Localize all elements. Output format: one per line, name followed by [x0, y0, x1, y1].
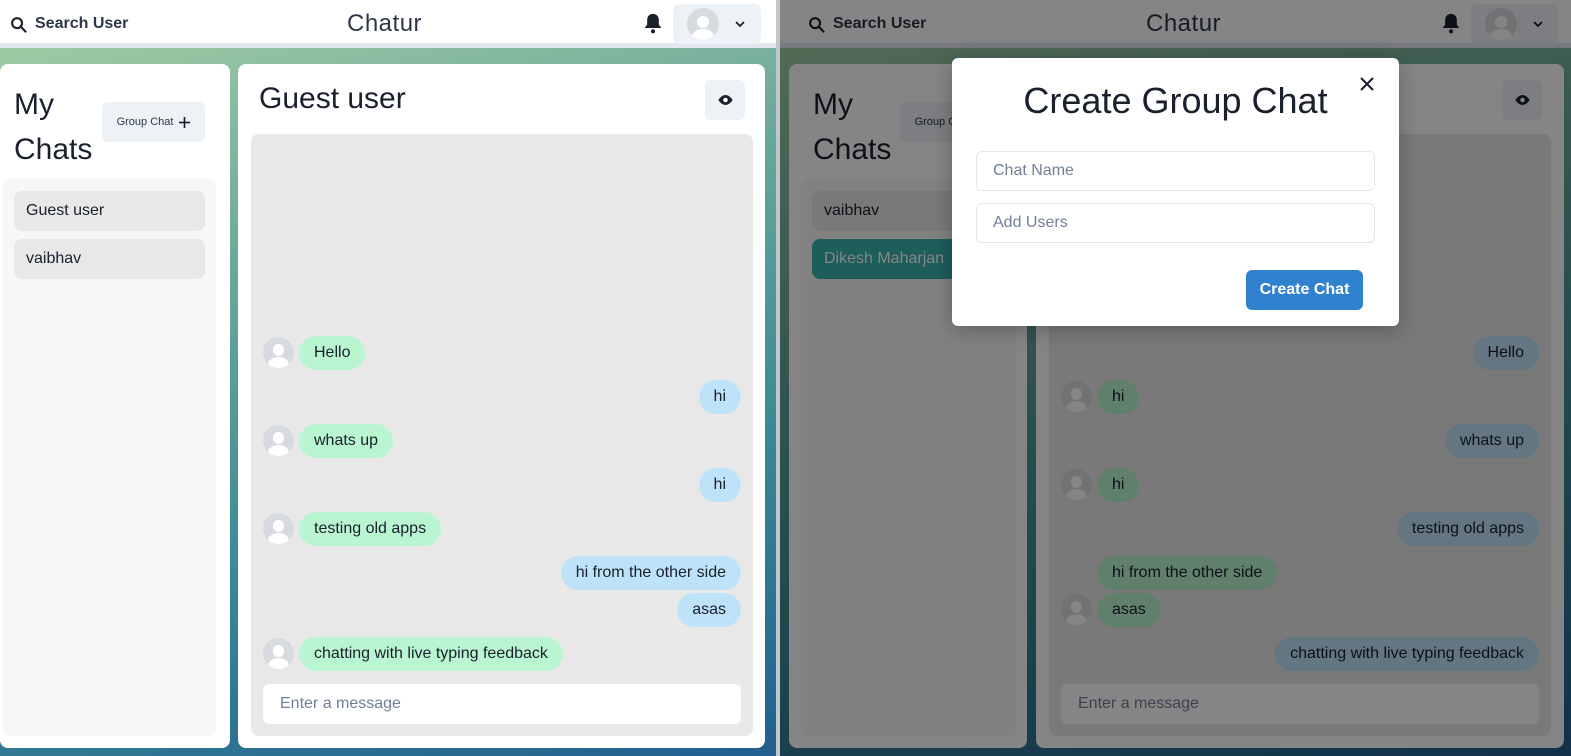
- my-chats-sidebar: My Chats Group Chat Guest user vaibhav: [0, 64, 230, 748]
- chat-list-item[interactable]: Guest user: [14, 191, 205, 231]
- message-sent: hi: [698, 468, 741, 502]
- chat-box: Guest user Hello hi whats up hi testing old …: [238, 64, 765, 748]
- view-profile-button[interactable]: [705, 80, 745, 120]
- user-avatar: [687, 8, 719, 40]
- messages-area: Hello hi whats up hi testing old apps hi from…: [251, 134, 753, 736]
- sender-avatar[interactable]: [263, 425, 294, 456]
- chat-list: Guest user vaibhav: [3, 179, 216, 736]
- search-user-label: Search User: [35, 15, 129, 32]
- sender-avatar[interactable]: [263, 337, 294, 368]
- create-group-chat-modal: Create Group Chat Create Chat: [952, 58, 1399, 326]
- chat-list-item-name: vaibhav: [26, 250, 82, 267]
- sender-avatar[interactable]: [263, 638, 294, 669]
- right-chat-window: Search User Chatur My Chats Group Chat v…: [780, 0, 1571, 756]
- chat-name-input[interactable]: [976, 151, 1375, 191]
- top-bar: Search User Chatur: [0, 0, 776, 48]
- chat-title: Guest user: [259, 82, 406, 115]
- search-user-button[interactable]: Search User: [10, 11, 128, 37]
- chat-list-item-name: Guest user: [26, 202, 105, 219]
- left-chat-window: Search User Chatur My Chats Group Chat G…: [0, 0, 776, 756]
- message-sent: asas: [677, 593, 741, 627]
- new-group-chat-button[interactable]: Group Chat: [102, 102, 205, 142]
- message-received: Hello: [299, 336, 366, 370]
- create-chat-button[interactable]: Create Chat: [1246, 270, 1363, 310]
- message-sent: hi from the other side: [560, 556, 741, 590]
- close-icon[interactable]: [1355, 72, 1379, 96]
- message-received: whats up: [299, 424, 394, 458]
- message-sent: hi: [698, 380, 741, 414]
- notification-bell-icon[interactable]: [643, 12, 663, 34]
- profile-menu-button[interactable]: [673, 4, 761, 44]
- modal-title: Create Group Chat: [1023, 80, 1328, 121]
- my-chats-title: My Chats: [14, 88, 93, 166]
- chevron-down-icon: [735, 21, 745, 28]
- chat-list-item[interactable]: vaibhav: [14, 239, 205, 279]
- add-users-input[interactable]: [976, 203, 1375, 243]
- plus-icon: [179, 116, 191, 128]
- sender-avatar[interactable]: [263, 513, 294, 544]
- eye-icon: [717, 95, 733, 105]
- search-icon: [11, 16, 27, 33]
- message-received: chatting with live typing feedback: [299, 637, 563, 671]
- message-input[interactable]: [263, 684, 741, 724]
- app-title: Chatur: [347, 10, 423, 37]
- message-received: testing old apps: [299, 512, 442, 546]
- group-chat-label: Group Chat: [116, 116, 174, 128]
